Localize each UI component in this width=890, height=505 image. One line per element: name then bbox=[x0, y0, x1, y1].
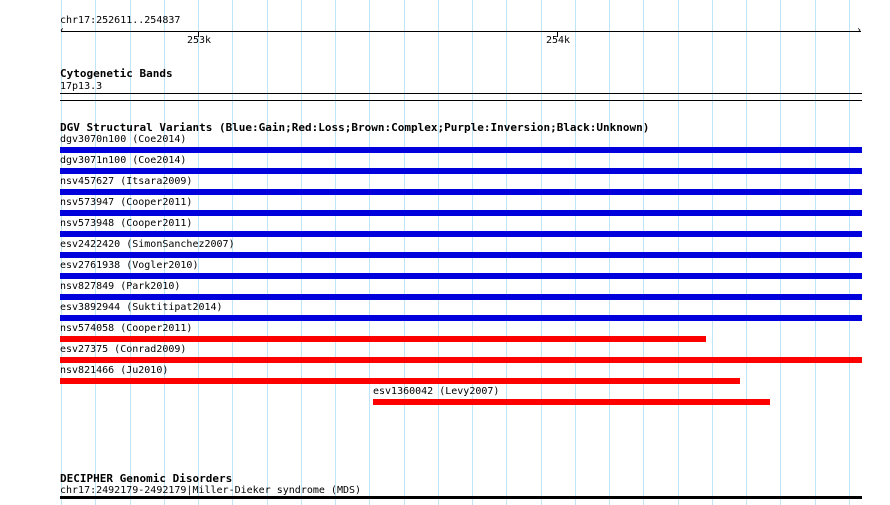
cytogenetic-track-title[interactable]: Cytogenetic Bands bbox=[60, 68, 173, 79]
variant-label[interactable]: nsv821466 (Ju2010) bbox=[60, 366, 168, 376]
ruler-tick-label: 254k bbox=[546, 35, 571, 46]
gain-variant-bar[interactable] bbox=[60, 147, 862, 153]
decipher-entry-label[interactable]: chr17:2492179-2492179|Miller-Dieker synd… bbox=[60, 486, 361, 496]
variant-label[interactable]: esv2761938 (Vogler2010) bbox=[60, 261, 198, 271]
decipher-track-title[interactable]: DECIPHER Genomic Disorders bbox=[60, 473, 232, 484]
cytogenetic-band-outline-bottom[interactable] bbox=[60, 100, 862, 101]
ruler-axis bbox=[61, 31, 861, 32]
variant-label[interactable]: nsv573947 (Cooper2011) bbox=[60, 198, 192, 208]
variant-label[interactable]: nsv574058 (Cooper2011) bbox=[60, 324, 192, 334]
gain-variant-bar[interactable] bbox=[60, 231, 862, 237]
variant-label[interactable]: nsv827849 (Park2010) bbox=[60, 282, 180, 292]
variant-label[interactable]: esv1360042 (Levy2007) bbox=[373, 387, 499, 397]
ruler-left-arrow: ‹ bbox=[59, 25, 66, 36]
gain-variant-bar[interactable] bbox=[60, 210, 862, 216]
variant-label[interactable]: esv2422420 (SimonSanchez2007) bbox=[60, 240, 235, 250]
ruler-range-label: chr17:252611..254837 bbox=[60, 15, 181, 26]
gain-variant-bar[interactable] bbox=[60, 168, 862, 174]
dgv-track-title[interactable]: DGV Structural Variants (Blue:Gain;Red:L… bbox=[60, 122, 649, 133]
gain-variant-bar[interactable] bbox=[60, 273, 862, 279]
variant-label[interactable]: nsv457627 (Itsara2009) bbox=[60, 177, 192, 187]
decipher-entry-bar[interactable] bbox=[60, 496, 862, 499]
ruler-right-arrow: › bbox=[856, 25, 863, 36]
gain-variant-bar[interactable] bbox=[60, 252, 862, 258]
variant-label[interactable]: esv27375 (Conrad2009) bbox=[60, 345, 186, 355]
variant-label[interactable]: nsv573948 (Cooper2011) bbox=[60, 219, 192, 229]
cytogenetic-band-outline-top[interactable] bbox=[60, 93, 862, 94]
loss-variant-bar[interactable] bbox=[60, 336, 706, 342]
ruler-tick-label: 253k bbox=[187, 35, 212, 46]
gain-variant-bar[interactable] bbox=[60, 189, 862, 195]
variant-label[interactable]: esv3892944 (Suktitipat2014) bbox=[60, 303, 223, 313]
cytogenetic-band-label: 17p13.3 bbox=[60, 81, 103, 92]
gain-variant-bar[interactable] bbox=[60, 315, 862, 321]
loss-variant-bar[interactable] bbox=[60, 357, 862, 363]
loss-variant-bar[interactable] bbox=[60, 378, 740, 384]
variant-label[interactable]: dgv3070n100 (Coe2014) bbox=[60, 135, 186, 145]
loss-variant-bar[interactable] bbox=[373, 399, 770, 405]
variant-label[interactable]: dgv3071n100 (Coe2014) bbox=[60, 156, 186, 166]
gain-variant-bar[interactable] bbox=[60, 294, 862, 300]
